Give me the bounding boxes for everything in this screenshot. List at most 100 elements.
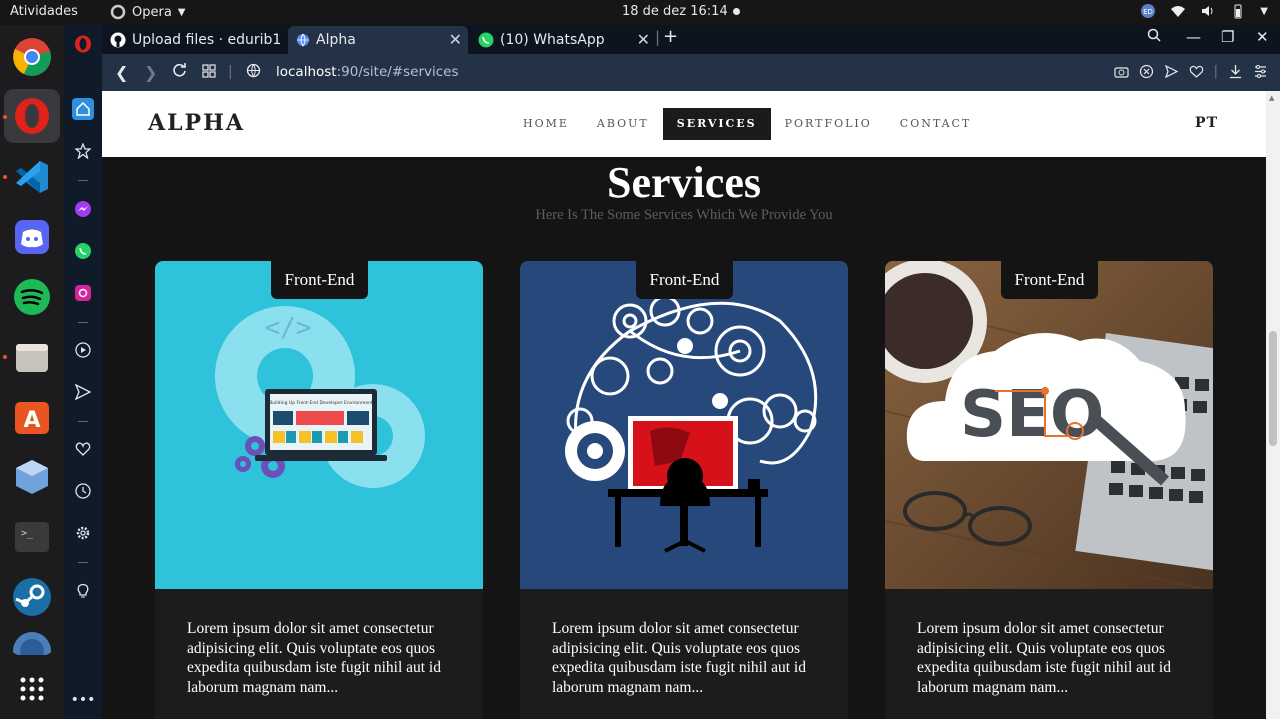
files-icon[interactable] [10,335,54,379]
settings-icon[interactable] [72,522,94,544]
tab-label: Upload files · edurib1 [132,32,282,48]
app-menu[interactable]: Opera ▼ [110,4,186,20]
volume-icon[interactable] [1200,3,1216,19]
new-tab-button[interactable]: + [663,26,678,47]
address-toolbar: ❮ ❯ | localhost:90/site/#services | [102,54,1280,91]
card-description: Lorem ipsum dolor sit amet consectetur a… [917,620,1171,696]
system-tray[interactable]: ED ▼ [1140,3,1268,19]
notification-dot [733,8,740,15]
more-icon[interactable]: ••• [71,689,96,711]
show-apps-icon[interactable] [10,667,54,711]
spotify-icon[interactable] [10,275,54,319]
opera-sidebar: ••• [64,25,102,719]
bulb-icon[interactable] [72,580,94,602]
battery-icon[interactable] [1230,3,1246,19]
service-card[interactable]: </> Building Up Front-End Developer Envi… [155,261,483,719]
site-navbar: ALPHA HOME ABOUT SERVICES PORTFOLIO CONT… [102,91,1266,157]
url-host: localhost [276,64,337,80]
toolbar-divider: | [228,64,233,80]
software-center-icon[interactable]: A [10,395,54,439]
whatsapp-icon [478,32,494,48]
section-subtitle: Here Is The Some Services Which We Provi… [535,207,833,223]
site-info-icon[interactable] [246,63,261,82]
card-label: Front-End [271,261,368,299]
tab-label: (10) WhatsApp [500,32,605,48]
page-scrollbar[interactable]: ▲ [1266,91,1280,719]
forward-button[interactable]: ❯ [144,63,157,82]
easy-setup-icon[interactable] [1253,64,1268,79]
svg-text:A: A [23,408,40,433]
toolbar-divider: | [1213,64,1218,79]
player-icon[interactable] [72,339,94,361]
menu-services[interactable]: SERVICES [662,108,771,140]
svg-text:>_: >_ [21,528,34,539]
sidebar-divider [78,421,88,422]
heart-icon[interactable] [72,438,94,460]
developer-laptop-illustration: </> Building Up Front-End Developer Envi… [155,261,483,589]
restore-button[interactable]: ❐ [1221,28,1234,46]
whatsapp-icon[interactable] [72,240,94,262]
history-icon[interactable] [72,480,94,502]
vscode-icon[interactable] [10,155,54,199]
card-description: Lorem ipsum dolor sit amet consectetur a… [187,620,441,696]
app-icon[interactable] [10,629,54,655]
tab-whatsapp[interactable]: (10) WhatsApp ✕ [470,26,656,54]
wifi-icon[interactable] [1170,3,1186,19]
card-label: Front-End [1001,261,1098,299]
language-switch[interactable]: PT [1195,115,1218,131]
send-page-icon[interactable] [1164,64,1179,79]
programmer-gears-illustration [520,261,848,589]
tab-bar: Upload files · edurib1 Alpha ✕ (10) What… [102,25,1280,54]
tab-github[interactable]: Upload files · edurib1 [102,26,288,54]
virtualbox-icon[interactable] [10,455,54,499]
chrome-icon[interactable] [10,35,54,79]
camera-icon[interactable] [1114,64,1129,79]
ubuntu-dock: A >_ [0,25,64,719]
url-field[interactable]: localhost:90/site/#services [276,64,459,80]
reload-button[interactable] [172,63,187,82]
laptop-screen-text: Building Up Front-End Developer Environm… [269,400,373,406]
address-tools: | [1114,64,1268,79]
opera-logo-icon[interactable] [72,33,94,55]
close-tab-icon[interactable]: ✕ [449,30,462,49]
back-button[interactable]: ❮ [115,63,128,82]
activities-button[interactable]: Atividades [10,4,78,19]
messenger-icon[interactable] [72,198,94,220]
opera-icon[interactable] [4,89,60,143]
tab-alpha[interactable]: Alpha ✕ [288,26,468,54]
adblock-icon[interactable] [1139,64,1154,79]
steam-icon[interactable] [10,575,54,619]
minimize-button[interactable]: — [1186,28,1201,46]
download-icon[interactable] [1228,64,1243,79]
discord-icon[interactable] [10,215,54,259]
menu-contact[interactable]: CONTACT [886,108,986,140]
instagram-icon[interactable] [72,282,94,304]
scrollbar-thumb[interactable] [1269,331,1277,446]
menu-home[interactable]: HOME [509,108,583,140]
menu-portfolio[interactable]: PORTFOLIO [771,108,886,140]
site-brand[interactable]: ALPHA [148,110,245,136]
menu-about[interactable]: ABOUT [583,108,663,140]
sidebar-divider [78,322,88,323]
close-tab-icon[interactable]: ✕ [637,30,650,49]
terminal-icon[interactable]: >_ [10,515,54,559]
user-badge-icon[interactable]: ED [1140,3,1156,19]
card-description: Lorem ipsum dolor sit amet consectetur a… [552,620,806,696]
close-window-button[interactable]: ✕ [1256,28,1269,46]
scroll-up-arrow[interactable]: ▲ [1269,94,1274,102]
running-indicator [3,355,7,359]
star-icon[interactable] [72,140,94,162]
search-tabs-icon[interactable] [1147,28,1161,46]
service-card[interactable]: Front-End Lorem ipsum dolor sit amet con… [520,261,848,719]
running-indicator [3,115,7,119]
card-label: Front-End [636,261,733,299]
service-card[interactable]: SEO Front-End Lorem ipsum dolor sit amet… [885,261,1213,719]
home-icon[interactable] [72,98,94,120]
seo-letters: SEO [960,378,1104,452]
speed-dial-icon[interactable] [202,63,216,82]
sidebar-divider [78,562,88,563]
send-icon[interactable] [72,381,94,403]
chevron-down-icon[interactable]: ▼ [1260,6,1268,17]
clock[interactable]: 18 de dez 16:14 [622,4,728,19]
bookmark-heart-icon[interactable] [1189,64,1204,79]
